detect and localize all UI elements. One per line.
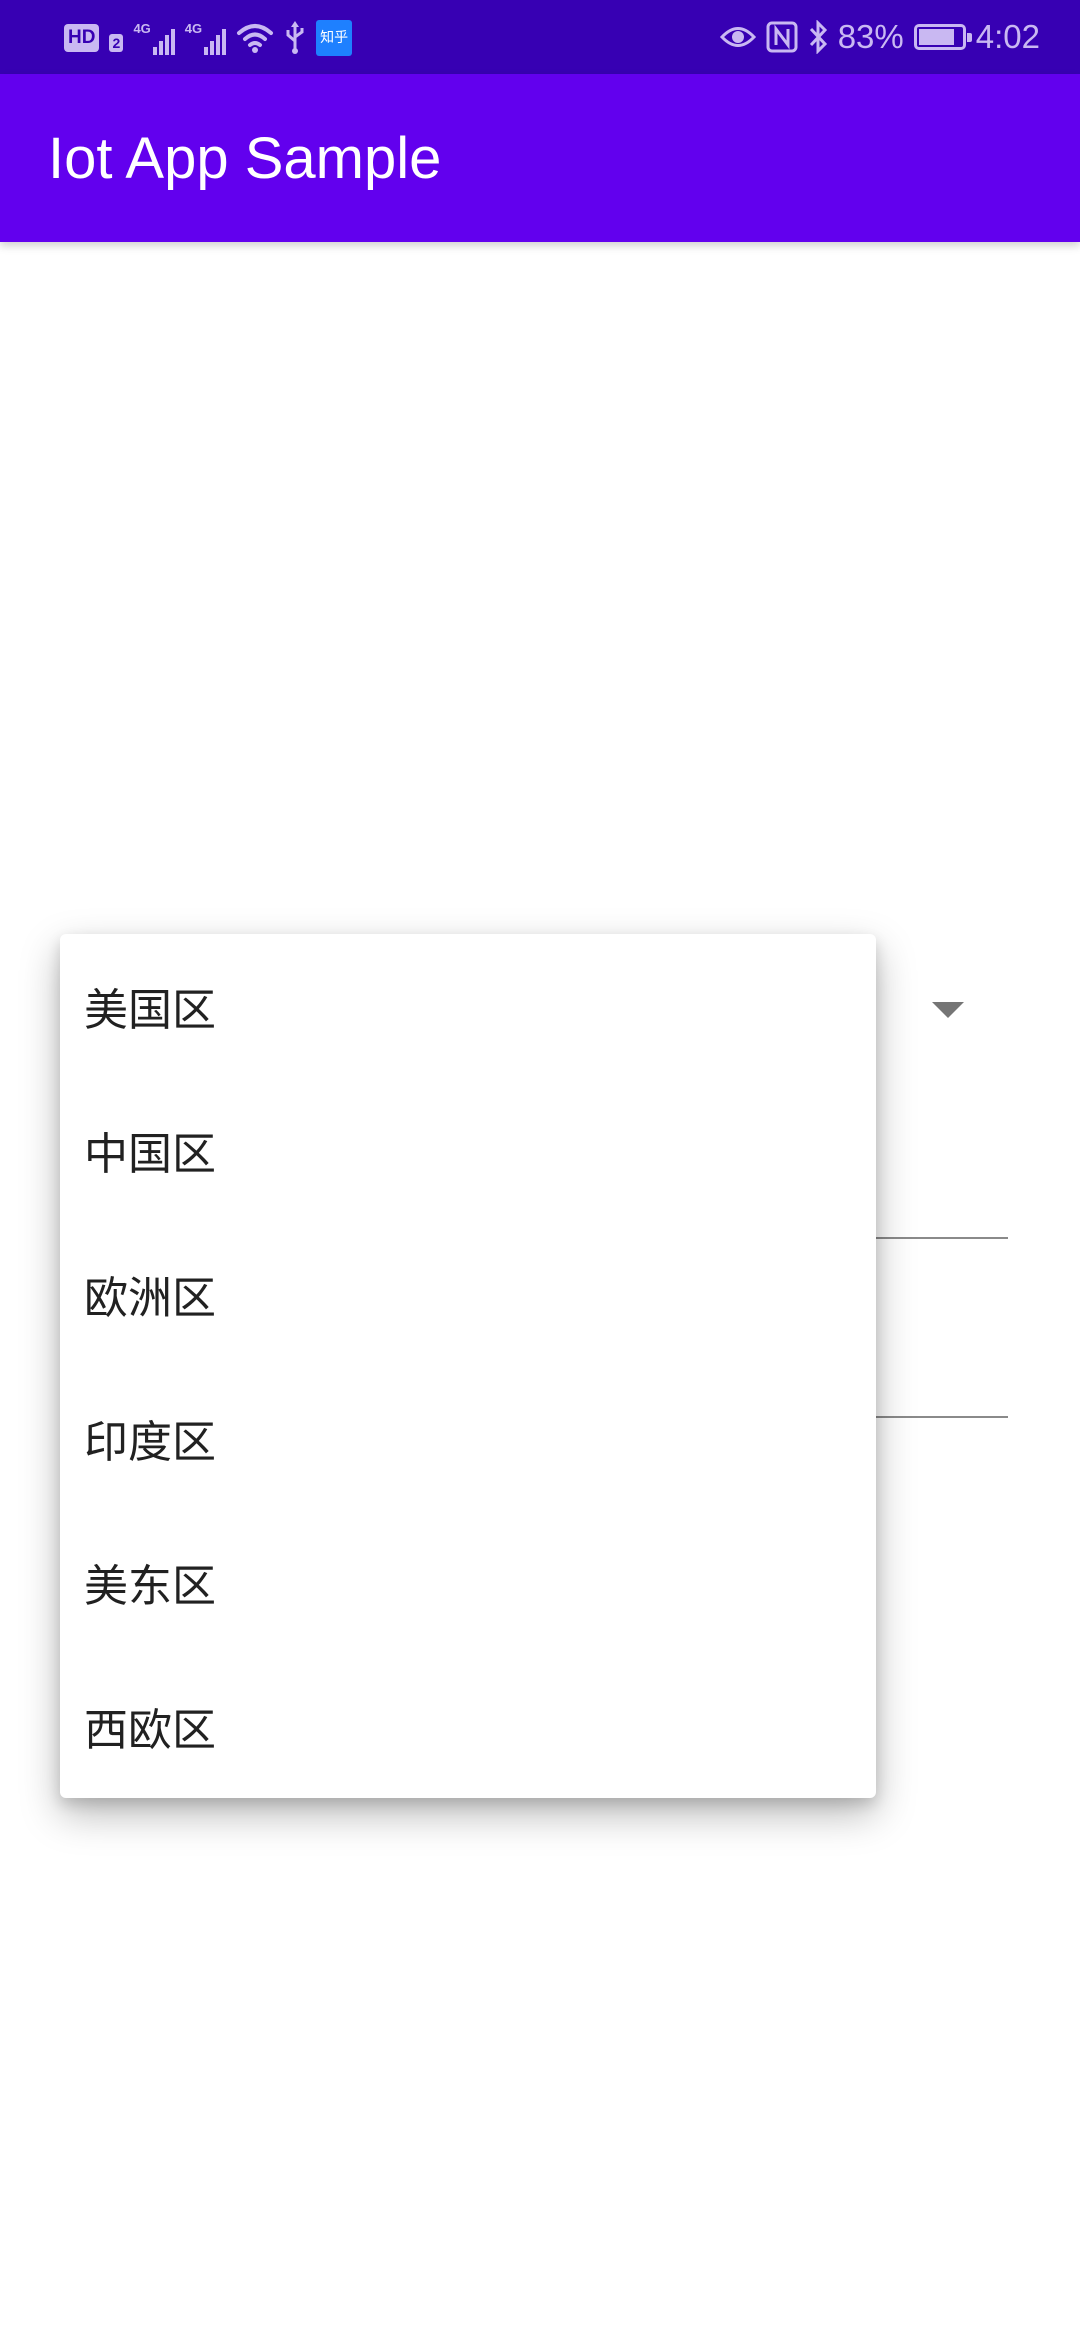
- battery-level: [918, 29, 954, 45]
- signal-icon: 4G: [133, 21, 175, 55]
- status-bar-right: 83% 4:02: [719, 14, 1040, 60]
- wifi-icon: [237, 24, 274, 53]
- dropdown-item[interactable]: 西欧区: [60, 1654, 876, 1798]
- battery-percent: 83%: [837, 18, 904, 55]
- network-type-label: 4G: [133, 21, 151, 36]
- dropdown-item[interactable]: 美国区: [60, 934, 876, 1078]
- app-bar: Iot App Sample: [0, 74, 1080, 242]
- usb-icon: [286, 21, 304, 54]
- hd-icon: HD: [64, 24, 100, 52]
- clock: 4:02: [975, 18, 1040, 55]
- nfc-icon: [766, 21, 798, 53]
- network-type-label: 4G: [184, 21, 203, 36]
- dropdown-item[interactable]: 中国区: [60, 1078, 876, 1222]
- region-dropdown-menu: 美国区 中国区 欧洲区 印度区 美东区 西欧区: [60, 934, 876, 1798]
- zhihu-notification-icon: 知乎: [316, 20, 353, 56]
- dropdown-arrow-icon[interactable]: [932, 1002, 964, 1018]
- signal-icon: 4G: [184, 21, 227, 55]
- dropdown-item[interactable]: 欧洲区: [60, 1222, 876, 1366]
- bluetooth-icon: [809, 20, 827, 54]
- battery-icon: [913, 24, 972, 50]
- sim-indicator: 2: [109, 34, 124, 52]
- status-bar-left: HD 2 4G 4G 知乎: [64, 18, 353, 58]
- dropdown-item[interactable]: 美东区: [60, 1510, 876, 1654]
- status-bar: HD 2 4G 4G 知乎 83% 4:02: [0, 0, 1080, 74]
- dropdown-item[interactable]: 印度区: [60, 1366, 876, 1510]
- page-title: Iot App Sample: [48, 126, 442, 191]
- eye-icon: [719, 27, 756, 47]
